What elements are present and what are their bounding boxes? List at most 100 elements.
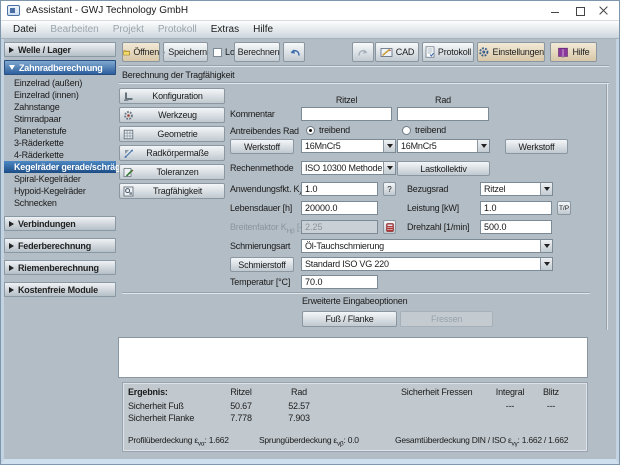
material-pinion-dropdown[interactable]: 16MnCr5 bbox=[301, 139, 396, 153]
geometry-button[interactable]: Geometrie bbox=[119, 126, 225, 142]
sidebar-item-list: Einzelrad (außen) Einzelrad (innen) Zahn… bbox=[4, 75, 120, 211]
tool-button[interactable]: Werkzeug bbox=[119, 107, 225, 123]
undo-button[interactable] bbox=[283, 42, 305, 62]
results-title: Ergebnis: bbox=[128, 387, 168, 397]
sidebar-item-spiral-kegelraeder[interactable]: Spiral-Kegelräder bbox=[4, 173, 116, 185]
load-spectrum-button[interactable]: Lastkollektiv bbox=[397, 161, 490, 176]
sidebar-item-einzelrad-aussen[interactable]: Einzelrad (außen) bbox=[4, 77, 116, 89]
protocol-button[interactable]: Protokoll bbox=[422, 42, 474, 62]
material-pinion-button[interactable]: Werkstoff bbox=[230, 139, 294, 154]
gear-icon bbox=[479, 47, 489, 57]
power-input[interactable] bbox=[480, 201, 552, 215]
folder-open-icon bbox=[123, 49, 130, 55]
method-dropdown[interactable]: ISO 10300 Methode B1 bbox=[301, 161, 396, 175]
sidebar-item-hypoid-kegelraeder[interactable]: Hypoid-Kegelräder bbox=[4, 185, 116, 197]
comment-label: Kommentar bbox=[230, 109, 275, 119]
reference-gear-label: Bezugsrad bbox=[407, 184, 449, 194]
sidebar-item-einzelrad-innen[interactable]: Einzelrad (innen) bbox=[4, 89, 116, 101]
redo-arrow-icon bbox=[357, 49, 367, 56]
lubrication-type-dropdown[interactable]: Öl-Tauchschmierung bbox=[301, 239, 553, 253]
application-factor-input[interactable] bbox=[301, 182, 378, 196]
floppy-disk-icon bbox=[164, 51, 166, 53]
sidebar-item-3-raederkette[interactable]: 3-Räderkette bbox=[4, 137, 116, 149]
maximize-icon[interactable] bbox=[575, 6, 585, 16]
sidebar-item-schnecken[interactable]: Schnecken bbox=[4, 197, 116, 209]
overlap-contact-ratio: Sprungüberdeckung εvβ: 0.0 bbox=[259, 435, 359, 448]
chevron-down-icon bbox=[477, 140, 489, 152]
sidebar-group-zahnradberechnung[interactable]: Zahnradberechnung bbox=[4, 60, 116, 75]
driving-gear-radio[interactable] bbox=[402, 126, 411, 135]
calculator-icon bbox=[385, 222, 394, 232]
load-capacity-button[interactable]: Tragfähigkeit bbox=[119, 183, 225, 199]
results-col-gear: Rad bbox=[291, 387, 307, 397]
scuffing-button: Fressen bbox=[400, 311, 493, 327]
material-gear-button[interactable]: Werkstoff bbox=[505, 139, 568, 154]
sidebar-item-kegelraeder-selected[interactable]: Kegelräder gerade/schräg bbox=[4, 161, 120, 173]
tolerances-button[interactable]: Toleranzen bbox=[119, 164, 225, 180]
torque-power-toggle-button[interactable]: T/P bbox=[557, 201, 571, 215]
temperature-input[interactable] bbox=[301, 275, 378, 289]
menu-projekt: Projekt bbox=[112, 24, 144, 35]
page-title: Berechnung der Tragfähigkeit bbox=[122, 70, 235, 80]
material-gear-dropdown[interactable]: 16MnCr5 bbox=[397, 139, 490, 153]
calculate-button[interactable]: Berechnen bbox=[234, 42, 280, 62]
cad-button[interactable]: CAD bbox=[375, 42, 419, 62]
chevron-down-icon bbox=[540, 258, 552, 270]
cad-drawing-icon bbox=[380, 47, 393, 57]
configuration-icon bbox=[124, 92, 133, 101]
message-area bbox=[118, 337, 588, 378]
sidebar-item-4-raederkette[interactable]: 4-Räderkette bbox=[4, 149, 116, 161]
app-icon bbox=[7, 5, 20, 16]
menu-extras[interactable]: Extras bbox=[205, 23, 245, 36]
result-value: 7.903 bbox=[288, 413, 310, 423]
width-factor-input bbox=[301, 220, 378, 234]
driving-gear-radio-label: treibend bbox=[415, 125, 446, 135]
document-icon bbox=[425, 46, 435, 58]
open-button[interactable]: Öffnen bbox=[122, 42, 160, 62]
help-button[interactable]: Hilfe bbox=[550, 42, 597, 62]
minimize-icon[interactable] bbox=[551, 6, 561, 16]
collapsed-triangle-icon bbox=[9, 264, 14, 271]
reference-gear-dropdown[interactable]: Ritzel bbox=[480, 182, 553, 196]
sidebar-item-stirnradpaar[interactable]: Stirnradpaar bbox=[4, 113, 116, 125]
result-value: 50.67 bbox=[230, 401, 252, 411]
sidebar-group-verbindungen[interactable]: Verbindungen bbox=[4, 216, 116, 231]
driving-pinion-radio-label: treibend bbox=[319, 125, 350, 135]
grid-icon bbox=[123, 129, 134, 139]
wheel-body-dimensions-button[interactable]: Radkörpermaße bbox=[119, 145, 225, 161]
lubricant-button[interactable]: Schmierstoff bbox=[230, 257, 294, 272]
menu-hilfe[interactable]: Hilfe bbox=[247, 23, 279, 36]
life-input[interactable] bbox=[301, 201, 378, 215]
result-value: 52.57 bbox=[288, 401, 310, 411]
results-col-integral: Integral bbox=[495, 387, 525, 397]
settings-button[interactable]: Einstellungen bbox=[477, 42, 545, 62]
divider bbox=[119, 65, 609, 67]
application-factor-help-button[interactable]: ? bbox=[383, 182, 396, 196]
sidebar-group-kostenfreie-module[interactable]: Kostenfreie Module bbox=[4, 282, 116, 297]
menu-datei[interactable]: Datei bbox=[7, 23, 42, 36]
configuration-button[interactable]: Konfiguration bbox=[119, 88, 225, 104]
sidebar-item-zahnstange[interactable]: Zahnstange bbox=[4, 101, 116, 113]
results-col-scuffing: Sicherheit Fressen bbox=[401, 387, 473, 397]
tool-gear-icon bbox=[124, 110, 133, 120]
main-content: Öffnen Speichern Lokal Berechnen bbox=[117, 39, 616, 459]
close-icon[interactable] bbox=[599, 6, 609, 16]
width-factor-calculator-button[interactable] bbox=[383, 220, 396, 234]
sidebar-group-riemenberechnung[interactable]: Riemenberechnung bbox=[4, 260, 116, 275]
comment-pinion-input[interactable] bbox=[301, 107, 392, 121]
speed-input[interactable] bbox=[480, 220, 552, 234]
sidebar-item-planetenstufe[interactable]: Planetenstufe bbox=[4, 125, 116, 137]
redo-button bbox=[352, 42, 374, 62]
save-button[interactable]: Speichern bbox=[163, 42, 208, 62]
sidebar-group-federberechnung[interactable]: Federberechnung bbox=[4, 238, 116, 253]
foot-flank-button[interactable]: Fuß / Flanke bbox=[302, 311, 397, 327]
comment-gear-input[interactable] bbox=[397, 107, 489, 121]
lubricant-dropdown[interactable]: Standard ISO VG 220 bbox=[301, 257, 553, 271]
results-panel: Ergebnis: Ritzel Rad Sicherheit Fressen … bbox=[122, 382, 588, 452]
app-window: eAssistant - GWJ Technology GmbH Datei B… bbox=[0, 0, 620, 465]
driving-pinion-radio[interactable] bbox=[306, 126, 315, 135]
sidebar-group-welle-lager[interactable]: Welle / Lager bbox=[4, 42, 116, 57]
result-row-label: Sicherheit Flanke bbox=[128, 413, 195, 423]
speed-label: Drehzahl [1/min] bbox=[407, 222, 470, 232]
lubrication-type-label: Schmierungsart bbox=[230, 241, 291, 251]
